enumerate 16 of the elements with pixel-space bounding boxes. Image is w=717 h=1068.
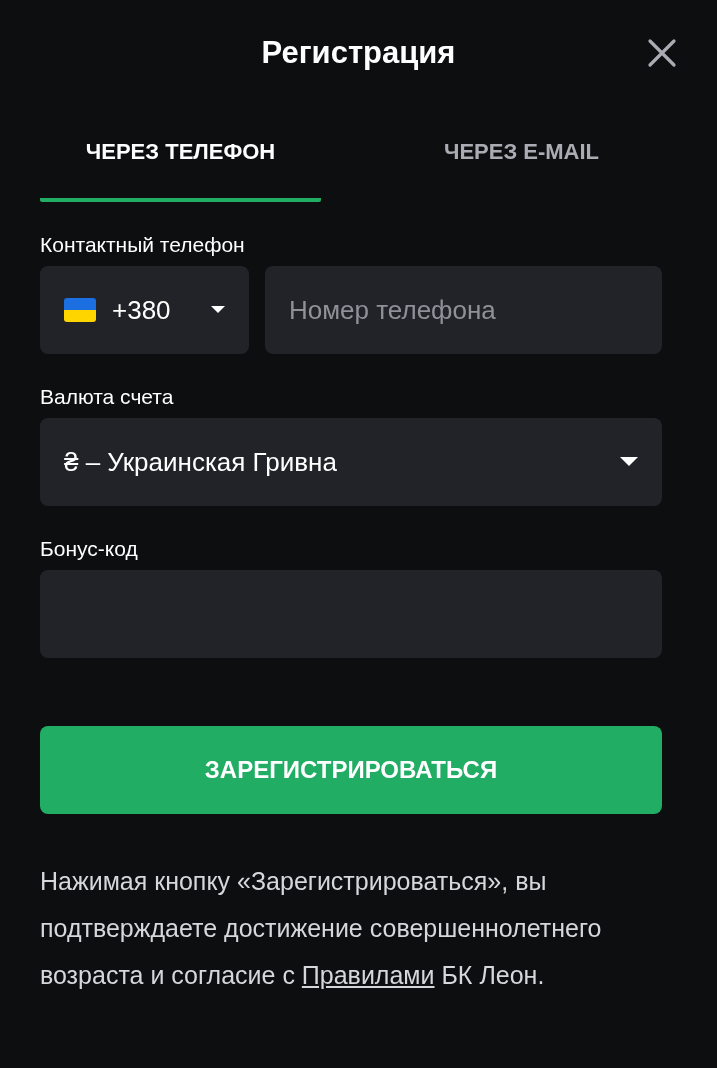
consent-paragraph: Нажимая кнопку «Зарегистрироваться», вы подтверждаете достижение совершеннолетнего возраста и согласие с Правилами БК Леон. [40, 866, 603, 991]
rules-link[interactable]: Правилами [301, 961, 435, 989]
flag-icon [64, 298, 96, 322]
currency-dropdown[interactable]: ₴ – Украинская Гривна [40, 418, 662, 506]
field-label: Контактный телефон [40, 233, 246, 257]
close-icon[interactable] [647, 38, 677, 68]
country-code-dropdown[interactable]: +380 [40, 266, 249, 354]
phone-input-field[interactable]: Номер телефона [265, 266, 662, 354]
tab[interactable]: ЧЕРЕЗ E-MAIL [381, 105, 662, 202]
field-label: Бонус-код [40, 537, 139, 561]
field-label: Валюта счета [40, 385, 175, 409]
tab[interactable]: ЧЕРЕЗ ТЕЛЕФОН [40, 105, 321, 202]
bonus-code-input-field[interactable] [40, 570, 662, 658]
caret-icon [211, 306, 225, 314]
dialog-title: Регистрация [261, 34, 456, 71]
caret-icon [620, 457, 638, 467]
